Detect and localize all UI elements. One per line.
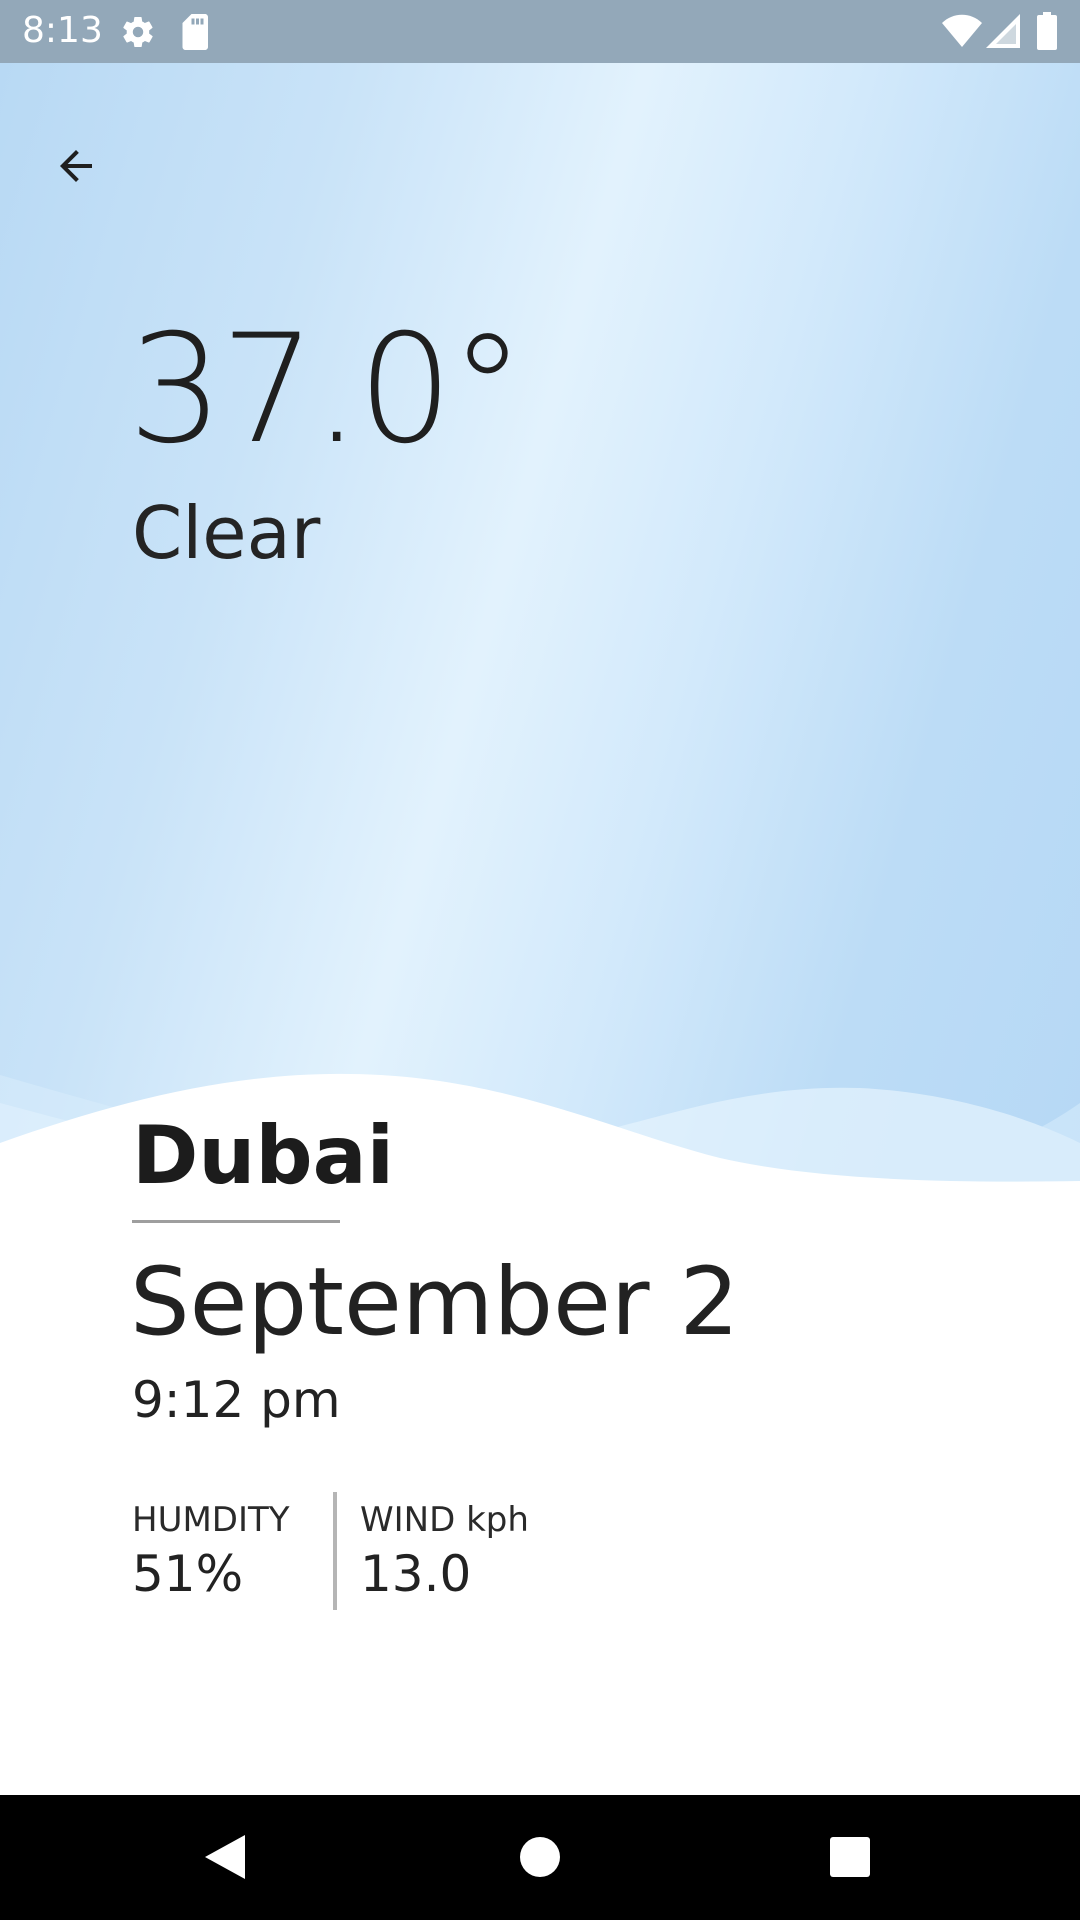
status-time: 8:13 xyxy=(22,10,103,51)
back-triangle-icon xyxy=(205,1835,245,1879)
settings-icon xyxy=(120,14,156,55)
local-time: 9:12 pm xyxy=(132,1371,341,1429)
weather-condition: Clear xyxy=(132,491,321,575)
status-bar: 8:13 xyxy=(0,0,1080,63)
battery-icon xyxy=(1036,12,1058,55)
wind-label: WIND kph xyxy=(360,1500,529,1540)
wifi-icon xyxy=(942,14,982,53)
home-circle-icon xyxy=(520,1837,560,1877)
nav-recents-button[interactable] xyxy=(810,1817,890,1897)
nav-back-button[interactable] xyxy=(186,1817,266,1897)
weather-hero xyxy=(0,63,1080,1210)
date: September 2 xyxy=(130,1248,740,1357)
humidity-value: 51% xyxy=(132,1545,244,1603)
city-name: Dubai xyxy=(132,1109,395,1202)
navigation-bar xyxy=(0,1795,1080,1920)
recents-square-icon xyxy=(830,1837,870,1877)
stats-divider xyxy=(333,1492,337,1610)
humidity-label: HUMDITY xyxy=(132,1500,290,1540)
nav-home-button[interactable] xyxy=(500,1817,580,1897)
arrow-back-icon xyxy=(60,150,92,182)
city-underline xyxy=(132,1220,340,1223)
temperature: 37.0° xyxy=(128,303,525,477)
back-button[interactable] xyxy=(40,130,112,202)
wind-value: 13.0 xyxy=(360,1545,472,1603)
sd-card-icon xyxy=(180,14,212,55)
signal-icon xyxy=(986,14,1020,53)
